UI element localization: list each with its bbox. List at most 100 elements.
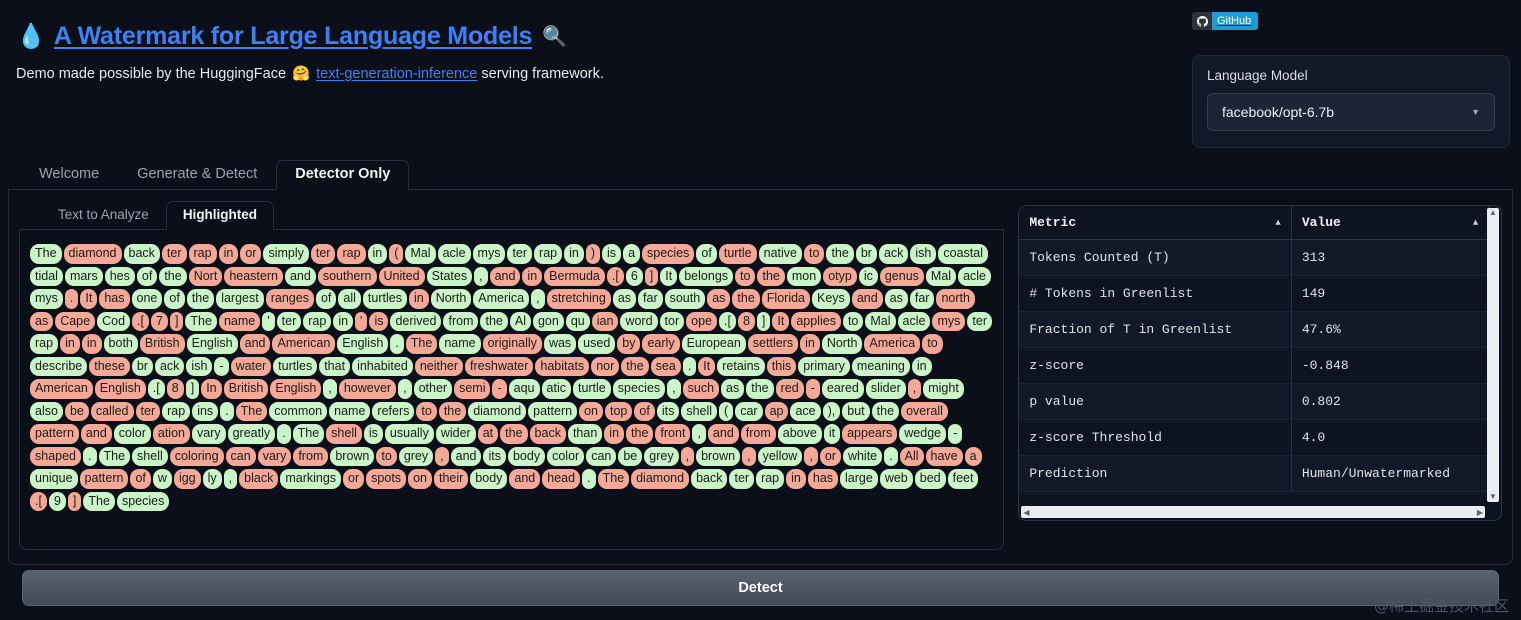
token: . — [277, 424, 291, 444]
token: , — [435, 446, 449, 466]
token: top — [604, 401, 633, 421]
token: habitats — [535, 356, 590, 376]
token: acle — [958, 266, 992, 286]
token: mys — [932, 311, 966, 331]
token: of — [130, 469, 151, 489]
token: Mal — [405, 244, 436, 264]
token: other — [413, 379, 453, 399]
token: and — [489, 266, 521, 286]
token: ter — [135, 401, 161, 421]
token: ] — [67, 491, 82, 511]
token: Mal — [925, 266, 957, 286]
token: rap — [534, 244, 563, 264]
tab-welcome[interactable]: Welcome — [20, 160, 118, 190]
token: wider — [435, 424, 476, 444]
scroll-down-icon[interactable]: ▼ — [1489, 492, 1497, 502]
token: . — [582, 469, 596, 489]
token: The — [185, 311, 217, 331]
token: ap — [764, 401, 789, 421]
token: as — [707, 289, 731, 309]
tgi-link[interactable]: text-generation-inference — [316, 66, 477, 82]
text-column: Text to Analyze Highlighted The diamond ba… — [19, 200, 1005, 564]
token: The — [83, 491, 115, 511]
column-header-metric[interactable]: Metric ▲ — [1019, 206, 1292, 240]
language-model-select[interactable]: facebook/opt-6.7b ▼ — [1207, 93, 1495, 131]
token: can — [225, 446, 256, 466]
metric-value-cell: 47.6% — [1291, 311, 1490, 348]
token: , — [804, 446, 818, 466]
github-badge[interactable]: GitHub — [1192, 12, 1259, 30]
token: turtles — [362, 289, 407, 309]
token: from — [293, 446, 329, 466]
token: English — [94, 379, 146, 399]
token: ope — [686, 311, 717, 331]
subtitle-suffix: serving framework. — [477, 66, 604, 82]
token: ] — [756, 311, 771, 331]
scroll-up-icon[interactable]: ▲ — [1489, 208, 1497, 218]
token: acle — [437, 244, 471, 264]
detect-button[interactable]: Detect — [22, 570, 1499, 606]
table-row: Tokens Counted (T) 313 — [1019, 239, 1490, 276]
token: mys — [472, 244, 506, 264]
tab-text-to-analyze[interactable]: Text to Analyze — [41, 201, 166, 230]
token: a — [623, 244, 641, 264]
token: American — [272, 334, 336, 354]
token: North — [821, 334, 863, 354]
token: heastern — [224, 266, 283, 286]
token: in — [564, 244, 584, 264]
token: The — [292, 424, 325, 444]
token: .[ — [718, 311, 736, 331]
token: atic — [541, 379, 571, 399]
table-horizontal-scrollbar[interactable]: ◀ ▶ — [1021, 506, 1485, 518]
token: originally — [482, 334, 542, 354]
token: ins — [192, 401, 219, 421]
token: simply — [263, 244, 309, 264]
token: The — [98, 446, 131, 466]
metric-value-cell: Human/Unwatermarked — [1291, 455, 1490, 492]
token: red — [775, 379, 804, 399]
token: ter — [276, 311, 302, 331]
page-title-link[interactable]: A Watermark for Large Language Models — [54, 22, 533, 51]
token: United — [378, 266, 425, 286]
token: . — [220, 401, 234, 421]
token: from — [443, 311, 479, 331]
token: to — [416, 401, 437, 421]
token: white — [842, 446, 883, 466]
scroll-right-icon[interactable]: ▶ — [1477, 508, 1483, 517]
token: vary — [257, 446, 292, 466]
token: , — [680, 446, 695, 466]
token: the — [438, 401, 467, 421]
token: the — [621, 356, 649, 376]
token: called — [90, 401, 134, 421]
token: eared — [821, 379, 864, 399]
token: , — [323, 379, 337, 399]
token: in — [218, 244, 239, 264]
sort-ascending-icon[interactable]: ▲ — [1473, 218, 1478, 228]
token: gon — [532, 311, 564, 331]
token: ' — [262, 311, 275, 331]
token: is — [602, 244, 622, 264]
token: ' — [355, 311, 368, 331]
token: refers — [372, 401, 415, 421]
token: the — [746, 379, 774, 399]
tab-detector-only[interactable]: Detector Only — [276, 159, 410, 190]
token: ter — [161, 244, 187, 264]
token: .[ — [606, 266, 624, 286]
sort-ascending-icon[interactable]: ▲ — [1275, 218, 1280, 228]
token: turtle — [572, 379, 611, 399]
token: both — [103, 334, 138, 354]
column-header-value[interactable]: Value ▲ — [1291, 206, 1490, 240]
token: large — [840, 469, 878, 489]
token: might — [923, 379, 964, 399]
metric-name-cell: Fraction of T in Greenlist — [1019, 311, 1292, 348]
token: ( — [719, 401, 734, 421]
tab-generate-and-detect[interactable]: Generate & Detect — [118, 160, 276, 190]
table-vertical-scrollbar[interactable]: ▲ ▼ — [1487, 208, 1499, 502]
token: All — [899, 446, 924, 466]
tab-highlighted[interactable]: Highlighted — [165, 200, 275, 230]
token: meaning — [851, 356, 910, 376]
token: the — [826, 244, 854, 264]
token: slider — [865, 379, 906, 399]
token: in — [60, 334, 80, 354]
scroll-left-icon[interactable]: ◀ — [1023, 508, 1029, 517]
